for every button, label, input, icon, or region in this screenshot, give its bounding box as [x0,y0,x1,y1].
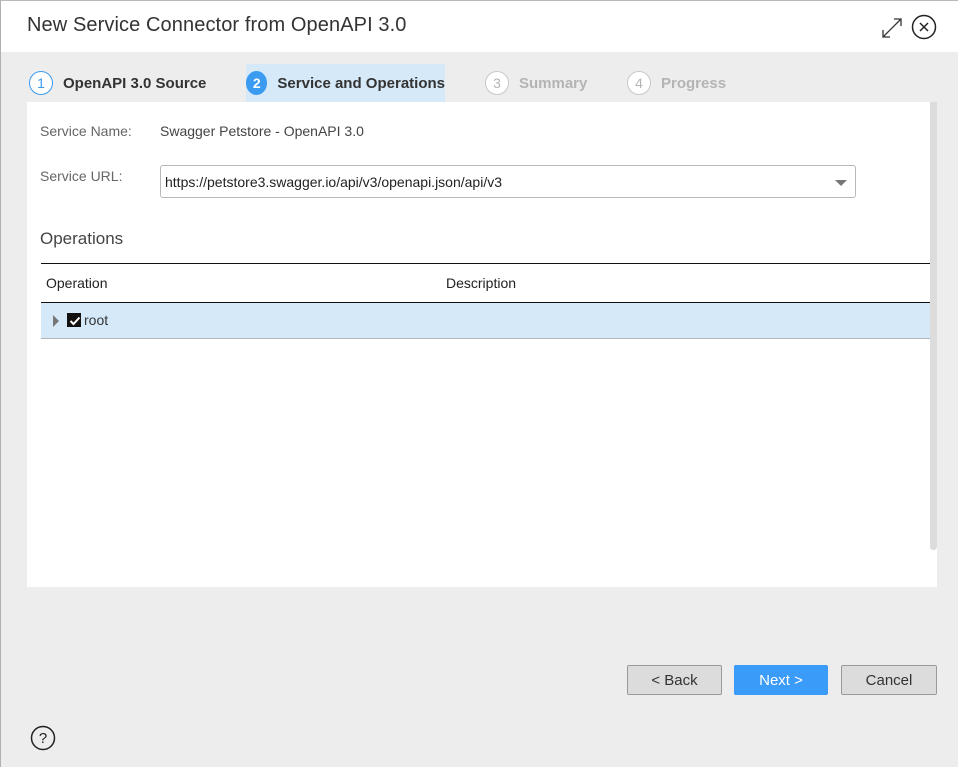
expand-button[interactable] [880,16,904,40]
column-header-operation[interactable]: Operation [46,275,107,291]
step-label: Progress [661,74,727,92]
cancel-button[interactable]: Cancel [841,665,937,695]
close-circle-icon [911,14,937,40]
step-service-and-operations[interactable]: 2 Service and Operations [246,64,445,102]
operations-table: Operation Description root [41,263,930,339]
step-label: OpenAPI 3.0 Source [63,74,207,92]
next-button[interactable]: Next > [734,665,828,695]
chevron-down-icon[interactable] [835,180,847,186]
column-header-description[interactable]: Description [446,275,516,291]
step-summary: 3 Summary [485,64,587,102]
back-button[interactable]: < Back [627,665,722,695]
svg-text:?: ? [39,730,47,747]
step-label: Service and Operations [277,74,445,92]
step-number: 1 [29,71,53,95]
service-name-label: Service Name: [40,123,132,139]
dialog-titlebar: New Service Connector from OpenAPI 3.0 [1,1,958,52]
step-number: 4 [627,71,651,95]
service-url-select[interactable]: https://petstore3.swagger.io/api/v3/open… [160,165,856,198]
help-button[interactable]: ? [30,725,56,751]
step-label: Summary [519,74,588,92]
operations-section-title: Operations [40,229,124,248]
row-checkbox[interactable] [67,313,81,327]
table-header: Operation Description [41,263,930,303]
wizard-steps: 1 OpenAPI 3.0 Source 2 Service and Opera… [1,64,958,102]
expand-arrows-icon [882,18,902,38]
step-openapi-source[interactable]: 1 OpenAPI 3.0 Source [29,64,206,102]
table-row[interactable]: root [41,303,930,339]
new-service-connector-dialog: New Service Connector from OpenAPI 3.0 1… [0,0,958,767]
dialog-title: New Service Connector from OpenAPI 3.0 [27,14,407,36]
close-button[interactable] [911,14,937,40]
vertical-scrollbar[interactable] [930,102,937,550]
service-name-value: Swagger Petstore - OpenAPI 3.0 [160,123,364,139]
step-progress: 4 Progress [627,64,726,102]
service-url-label: Service URL: [40,168,123,184]
operation-name: root [84,312,109,328]
checkmark-icon [69,316,81,326]
step-number: 2 [246,71,268,95]
service-url-value: https://petstore3.swagger.io/api/v3/open… [165,173,502,190]
help-circle-icon: ? [30,725,56,751]
content-panel: Service Name: Swagger Petstore - OpenAPI… [27,102,937,587]
expand-triangle-icon[interactable] [53,315,59,327]
step-number: 3 [485,71,509,95]
